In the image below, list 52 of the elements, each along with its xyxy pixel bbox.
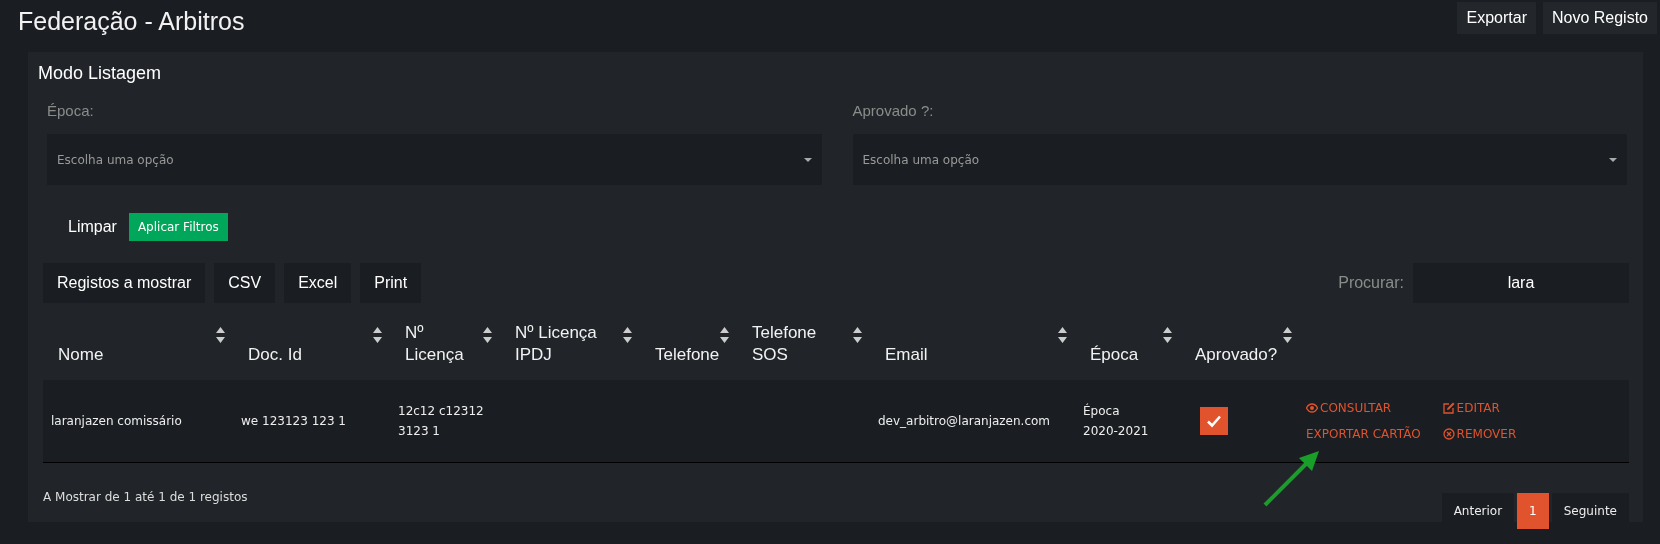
pagination-button[interactable]: 1 [1517,493,1549,529]
check-icon [1206,413,1222,429]
page-title: Federação - Arbitros [18,6,245,35]
column-header[interactable]: Nome [58,344,199,366]
header-button[interactable]: Exportar [1457,2,1536,34]
table-info: A Mostrar de 1 até 1 de 1 registos [43,490,249,504]
sort-icon[interactable] [373,327,382,343]
select-field[interactable]: Escolha uma opção [47,134,822,185]
sort-icon[interactable] [1283,327,1292,343]
sort-icon[interactable] [720,327,729,343]
search-label: Procurar: [1338,274,1404,292]
column-header[interactable]: Época [1090,344,1146,366]
table-button[interactable]: Excel [284,263,352,303]
table-cell: dev_arbitro@laranjazen.com [878,414,1051,428]
column-header[interactable]: Telefone [655,344,720,366]
search-field[interactable]: lara [1413,263,1629,303]
action-link[interactable]: CONSULTAR [1306,401,1421,415]
pointer-arrow [1262,450,1320,508]
sort-icon[interactable] [853,327,862,343]
sort-icon[interactable] [483,327,492,343]
checkbox[interactable] [1200,407,1228,435]
table-button[interactable]: CSV [214,263,276,303]
table-button[interactable]: Print [360,263,422,303]
column-header[interactable]: Doc. Id [248,344,356,366]
table-cell: laranjazen comissário [51,414,182,428]
column-header[interactable]: Telefone SOS [752,322,836,366]
table-cell: Época 2020-2021 [1083,404,1149,438]
filter-label: Época: [47,102,94,119]
table-button[interactable]: Registos a mostrar [43,263,206,303]
action-link[interactable]: REMOVER [1442,427,1517,441]
select-field[interactable]: Escolha uma opção [852,134,1627,185]
panel-title: Modo Listagem [38,63,162,84]
table-cell: we 123123 123 1 [241,414,346,428]
eye-icon [1306,402,1318,414]
sort-icon[interactable] [1163,327,1172,343]
action-link[interactable]: EDITAR [1442,401,1517,415]
header-button[interactable]: Novo Registo [1542,2,1657,34]
column-header[interactable]: Email [885,344,1041,366]
table-cell: 12c12 c12312 3123 1 [398,404,484,438]
edit-icon [1442,402,1455,414]
column-header[interactable]: Nº Licença [405,322,466,366]
action-link[interactable]: EXPORTAR CARTÃO [1306,427,1421,441]
sort-icon[interactable] [216,327,225,343]
clear-button[interactable]: Limpar [68,218,117,236]
column-header[interactable]: Aprovado? [1195,344,1278,366]
filter-label: Aprovado ?: [852,102,934,119]
column-header[interactable]: Nº Licença IPDJ [515,322,606,366]
sort-icon[interactable] [1058,327,1067,343]
caret-icon [803,157,812,162]
close-circle-icon [1442,428,1455,440]
caret-icon [1609,157,1617,162]
sort-icon[interactable] [623,327,632,343]
